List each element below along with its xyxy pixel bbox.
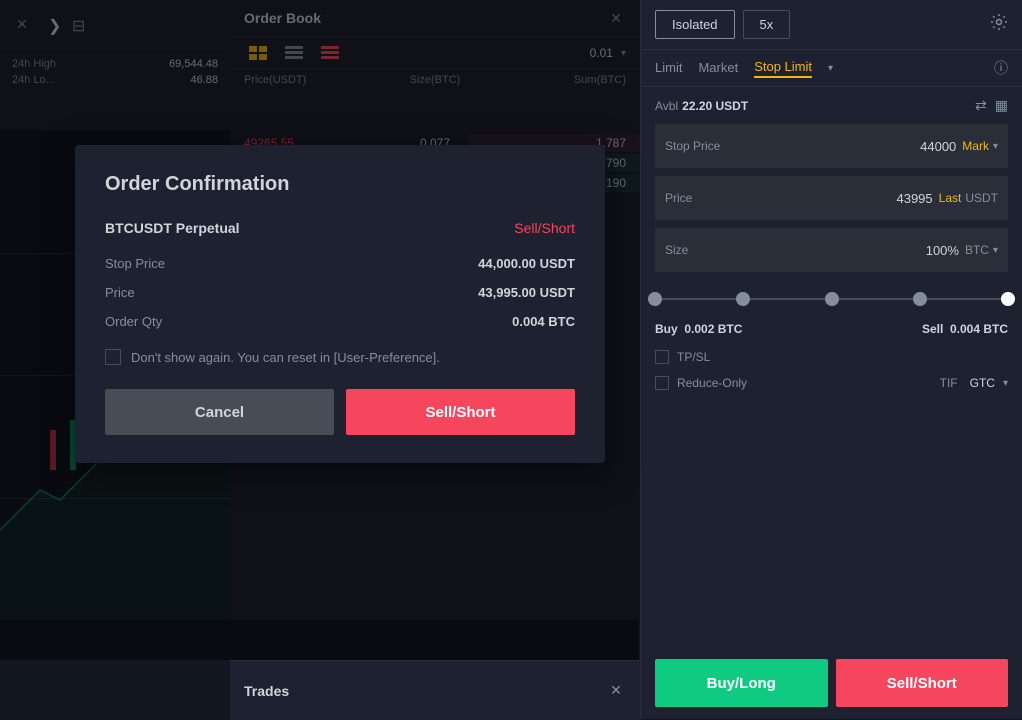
slider-dot-0 (648, 292, 662, 306)
stop-price-mode[interactable]: Mark (962, 139, 989, 153)
sell-qty: Sell 0.004 BTC (922, 322, 1008, 336)
modal-title: Order Confirmation (105, 173, 575, 196)
sell-label: Sell (922, 322, 943, 336)
modal-qty-row: Order Qty 0.004 BTC (105, 314, 575, 329)
leverage-btn[interactable]: 5x (743, 10, 791, 39)
buy-label: Buy (655, 322, 678, 336)
slider-thumb-100[interactable] (1001, 292, 1015, 306)
tif-label: TIF (940, 376, 958, 390)
price-label: Price (665, 191, 735, 205)
isolated-btn[interactable]: Isolated (655, 10, 735, 39)
tab-limit[interactable]: Limit (655, 60, 682, 77)
modal-price-label: Price (105, 285, 135, 300)
reduce-only-row: Reduce-Only TIF GTC ▾ (641, 370, 1022, 396)
modal-cancel-btn[interactable]: Cancel (105, 389, 334, 435)
tp-sl-label: TP/SL (677, 350, 710, 364)
trades-section: Trades ✕ (230, 660, 640, 720)
modal-stop-price-row: Stop Price 44,000.00 USDT (105, 256, 575, 271)
price-value: 43995 (735, 191, 933, 206)
size-label: Size (665, 243, 735, 257)
trades-label: Trades (244, 683, 289, 699)
order-confirmation-modal: Order Confirmation BTCUSDT Perpetual Sel… (75, 145, 605, 463)
slider-dot-50 (825, 292, 839, 306)
modal-dont-show-label: Don't show again. You can reset in [User… (131, 350, 440, 365)
margin-mode-bar: Isolated 5x (641, 0, 1022, 50)
modal-price-row: Price 43,995.00 USDT (105, 285, 575, 300)
slider-track (655, 298, 1008, 300)
slider-container[interactable] (641, 280, 1022, 318)
price-input-group[interactable]: Price 43995 Last USDT (655, 176, 1008, 220)
buy-qty-value: 0.002 BTC (684, 322, 742, 336)
right-panel: Isolated 5x Limit Market Stop Limit ▾ ⓘ … (640, 0, 1022, 719)
modal-stop-price-value: 44,000.00 USDT (478, 256, 575, 271)
slider-dot-25 (736, 292, 750, 306)
sell-qty-value: 0.004 BTC (950, 322, 1008, 336)
stop-price-value: 44000 (735, 139, 956, 154)
tab-stop-limit[interactable]: Stop Limit (754, 59, 812, 78)
tp-sl-row: TP/SL (641, 344, 1022, 370)
modal-qty-label: Order Qty (105, 314, 162, 329)
order-type-tabs: Limit Market Stop Limit ▾ ⓘ (641, 50, 1022, 87)
buy-sell-info: Buy 0.002 BTC Sell 0.004 BTC (641, 318, 1022, 344)
calculator-icon[interactable]: ▦ (995, 97, 1008, 114)
sell-short-btn[interactable]: Sell/Short (836, 659, 1009, 707)
settings-icon (990, 13, 1008, 31)
size-input-group[interactable]: Size 100% BTC ▾ (655, 228, 1008, 272)
stop-price-arrow[interactable]: ▾ (993, 141, 998, 152)
modal-side: Sell/Short (514, 220, 575, 236)
avbl-value: 22.20 USDT (682, 99, 748, 113)
modal-buttons: Cancel Sell/Short (105, 389, 575, 435)
settings-btn[interactable] (990, 13, 1008, 36)
modal-qty-value: 0.004 BTC (512, 314, 575, 329)
tp-sl-checkbox[interactable] (655, 350, 669, 364)
modal-pair: BTCUSDT Perpetual (105, 220, 240, 236)
tab-market[interactable]: Market (698, 60, 738, 77)
action-buttons: Buy/Long Sell/Short (641, 647, 1022, 719)
buy-long-btn[interactable]: Buy/Long (655, 659, 828, 707)
avbl-icons: ⇄ ▦ (975, 97, 1008, 114)
slider-dot-75 (913, 292, 927, 306)
modal-dont-show-checkbox[interactable] (105, 349, 121, 365)
modal-sell-btn[interactable]: Sell/Short (346, 389, 575, 435)
buy-qty: Buy 0.002 BTC (655, 322, 742, 336)
info-icon[interactable]: ⓘ (994, 58, 1008, 78)
price-suffix: USDT (965, 191, 998, 205)
tif-value[interactable]: GTC (970, 376, 995, 390)
modal-checkbox-row: Don't show again. You can reset in [User… (105, 349, 575, 365)
close-trades-btn[interactable]: ✕ (606, 681, 626, 701)
avbl-row: Avbl 22.20 USDT ⇄ ▦ (641, 87, 1022, 124)
stop-price-label: Stop Price (665, 139, 735, 153)
modal-price-value: 43,995.00 USDT (478, 285, 575, 300)
modal-pair-row: BTCUSDT Perpetual Sell/Short (105, 220, 575, 236)
price-mode[interactable]: Last (939, 191, 962, 205)
modal-stop-price-label: Stop Price (105, 256, 165, 271)
stop-price-input-group[interactable]: Stop Price 44000 Mark ▾ (655, 124, 1008, 168)
stop-limit-arrow[interactable]: ▾ (828, 63, 833, 74)
tif-arrow[interactable]: ▾ (1003, 378, 1008, 389)
size-value: 100% (735, 243, 959, 258)
refresh-icon[interactable]: ⇄ (975, 97, 987, 114)
reduce-only-checkbox[interactable] (655, 376, 669, 390)
reduce-only-label: Reduce-Only (677, 376, 747, 390)
size-arrow[interactable]: ▾ (993, 245, 998, 256)
size-suffix: BTC (965, 243, 989, 257)
avbl-label: Avbl (655, 99, 678, 113)
